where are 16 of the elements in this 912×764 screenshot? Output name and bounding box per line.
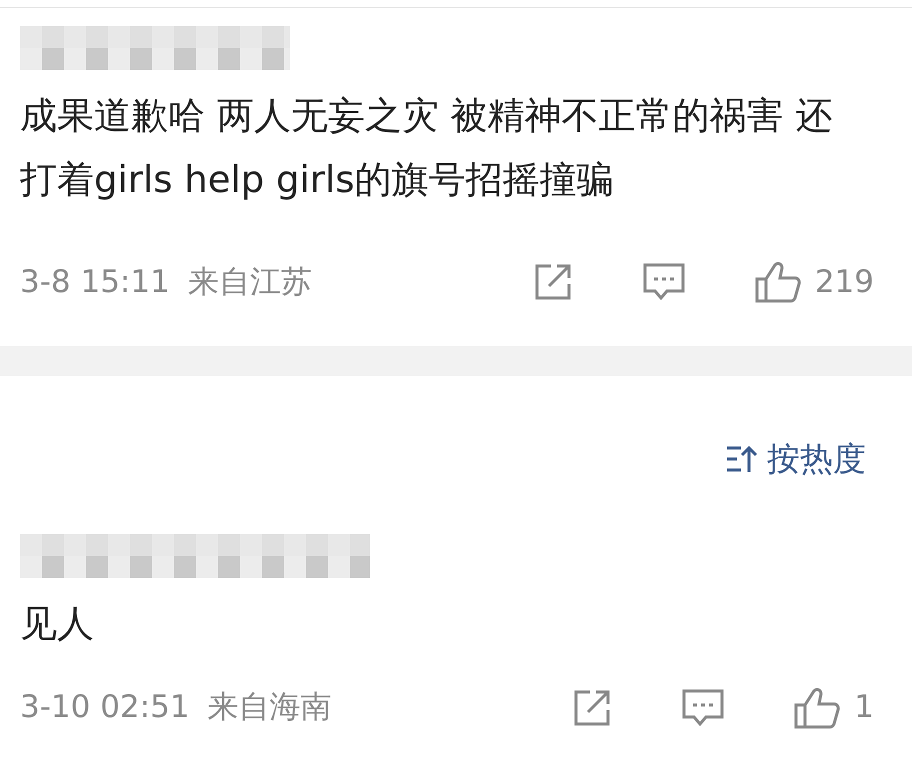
- sort-button[interactable]: 按热度: [725, 434, 866, 484]
- like-icon[interactable]: [754, 261, 801, 303]
- sort-icon: [725, 444, 759, 474]
- comment-time: 3-10 02:51: [20, 688, 190, 728]
- comment-location: 来自海南: [208, 688, 332, 728]
- comment-text: 见人: [20, 600, 95, 646]
- comment-time: 3-8 15:11: [20, 262, 170, 302]
- comment-text: 成果道歉哈 两人无妄之灾 被精神不正常的祸害 还打着girls help girls的旗号招摇撞骗: [20, 93, 834, 203]
- comment-icon[interactable]: [682, 688, 724, 726]
- comment-location: 来自江苏: [188, 262, 312, 302]
- like-icon[interactable]: [794, 686, 840, 728]
- share-icon[interactable]: [572, 688, 612, 728]
- comment-icon[interactable]: [642, 263, 685, 301]
- share-icon[interactable]: [532, 262, 573, 302]
- like-count: 219: [814, 262, 874, 302]
- like-count: 1: [854, 688, 874, 728]
